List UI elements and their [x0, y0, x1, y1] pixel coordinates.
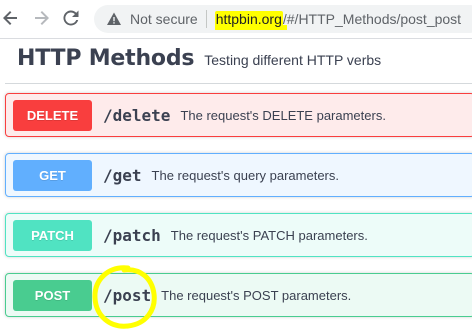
- operation-summary: The request's DELETE parameters.: [180, 107, 386, 123]
- reload-icon: [63, 10, 79, 26]
- method-badge-delete: DELETE: [13, 99, 92, 131]
- operation-patch[interactable]: PATCH /patch The request's PATCH paramet…: [5, 213, 472, 257]
- url-path: /#/HTTP_Methods/post_post: [282, 11, 462, 27]
- toolbar-divider: [0, 38, 472, 39]
- operation-delete[interactable]: DELETE /delete The request's DELETE para…: [5, 93, 472, 137]
- warning-triangle-icon: [106, 11, 122, 27]
- method-badge-post: POST: [13, 279, 92, 311]
- operation-path: /delete: [103, 105, 171, 125]
- operation-get[interactable]: GET /get The request's query parameters.: [5, 153, 472, 197]
- operation-summary: The request's PATCH parameters.: [170, 227, 368, 243]
- operation-path: /get: [103, 165, 142, 185]
- operation-summary: The request's POST parameters.: [161, 287, 352, 303]
- security-status-label[interactable]: Not secure: [130, 11, 198, 27]
- url-host: httpbin.org: [214, 11, 287, 30]
- operation-path: /post: [103, 285, 152, 305]
- forward-button[interactable]: [30, 7, 52, 29]
- operation-post[interactable]: POST /post The request's POST parameters…: [5, 273, 472, 317]
- section-title: HTTP Methods: [17, 46, 195, 71]
- operation-summary: The request's query parameters.: [151, 167, 339, 183]
- address-bar[interactable]: Not secure httpbin.org /#/HTTP_Methods/p…: [94, 5, 472, 33]
- arrow-right-icon: [35, 11, 49, 25]
- browser-toolbar: Not secure httpbin.org /#/HTTP_Methods/p…: [0, 0, 472, 38]
- section-divider: [5, 83, 472, 84]
- section-header[interactable]: HTTP Methods Testing different HTTP verb…: [17, 46, 381, 76]
- url-host-text: httpbin.org: [215, 11, 282, 27]
- reload-button[interactable]: [60, 7, 82, 29]
- method-badge-get: GET: [13, 159, 92, 191]
- arrow-left-icon: [3, 11, 17, 25]
- section-description: Testing different HTTP verbs: [204, 52, 382, 68]
- back-button[interactable]: [0, 7, 22, 29]
- method-badge-patch: PATCH: [13, 219, 92, 251]
- omnibox-divider: [205, 10, 207, 28]
- operation-path: /patch: [103, 225, 161, 245]
